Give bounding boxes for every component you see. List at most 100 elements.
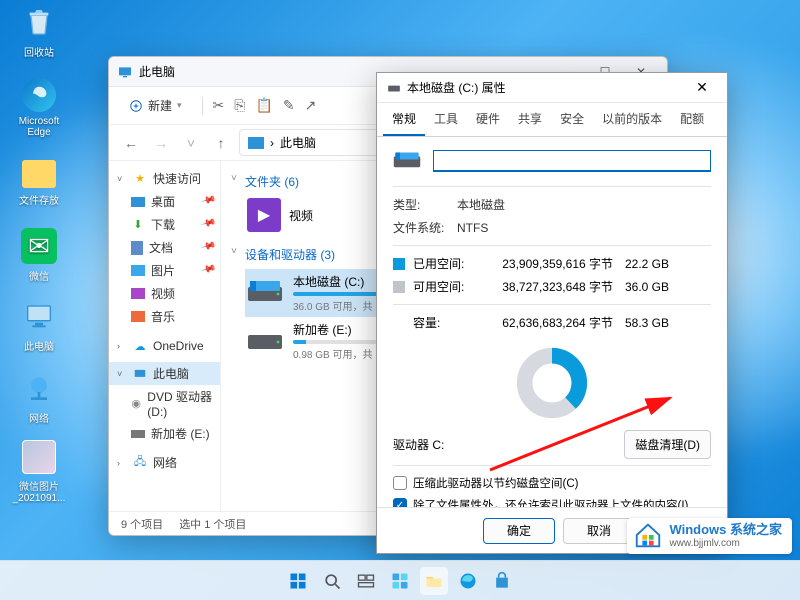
desktop-icon-label: 回收站 — [24, 48, 54, 59]
compress-label: 压缩此驱动器以节约磁盘空间(C) — [413, 475, 578, 491]
up-one-level-button[interactable]: ↑ — [209, 131, 233, 155]
watermark: Windows 系统之家 www.bjjmlv.com — [627, 518, 792, 554]
capacity-size: 58.3 GB — [613, 316, 669, 330]
folder-icon — [22, 160, 56, 188]
sidebar-item-desktop[interactable]: 桌面📌 — [109, 190, 220, 213]
rename-button[interactable]: ✎ — [283, 97, 295, 114]
capacity-bytes: 62,636,683,264 字节 — [473, 314, 613, 331]
desktop-icon-label: 此电脑 — [24, 342, 54, 353]
taskbar-explorer[interactable] — [420, 567, 448, 595]
network-icon — [21, 370, 57, 406]
disk-cleanup-button[interactable]: 磁盘清理(D) — [624, 430, 711, 459]
usage-donut — [393, 334, 711, 426]
tabs-row: 常规 工具 硬件 共享 安全 以前的版本 配额 — [377, 103, 727, 137]
this-pc-icon — [248, 137, 264, 149]
onedrive-group[interactable]: ›☁OneDrive — [109, 336, 220, 356]
tab-security[interactable]: 安全 — [551, 103, 593, 136]
tab-general[interactable]: 常规 — [383, 103, 425, 136]
sidebar-item-dvd[interactable]: ◉DVD 驱动器 (D:) — [109, 385, 220, 422]
desktop-icon-wechat[interactable]: ✉ 微信 — [10, 228, 68, 283]
type-label: 类型: — [393, 196, 457, 213]
desktop-icon-label: 微信图片_2021091... — [13, 482, 66, 504]
sidebar-item-downloads[interactable]: ⬇下载📌 — [109, 213, 220, 236]
desktop-icon-label: Microsoft Edge — [19, 116, 60, 138]
back-button[interactable]: ← — [119, 131, 143, 155]
close-button[interactable]: ✕ — [687, 73, 717, 103]
index-checkbox-row[interactable]: ✓ 除了文件属性外，还允许索引此驱动器上文件的内容(I) — [393, 494, 711, 507]
plus-circle-icon — [129, 99, 143, 113]
properties-dialog: 本地磁盘 (C:) 属性 ✕ 常规 工具 硬件 共享 安全 以前的版本 配额 类… — [376, 72, 728, 554]
compress-checkbox-row[interactable]: 压缩此驱动器以节约磁盘空间(C) — [393, 472, 711, 494]
checkbox-icon — [393, 476, 407, 490]
volume-label-input[interactable] — [433, 150, 711, 172]
cut-button[interactable]: ✂ — [213, 97, 225, 114]
type-value: 本地磁盘 — [457, 196, 505, 213]
used-size: 22.2 GB — [613, 257, 669, 271]
desktop-icon-network[interactable]: 网络 — [10, 370, 68, 425]
desktop-icon-label: 微信 — [29, 272, 49, 283]
sidebar-item-vol-e[interactable]: 新加卷 (E:) — [109, 422, 220, 445]
sidebar-item-this-pc[interactable]: ˅此电脑 — [109, 362, 220, 385]
sidebar-item-network[interactable]: ›🖧网络 — [109, 451, 220, 474]
copy-button[interactable]: ⎘ — [234, 97, 245, 114]
widgets-button[interactable] — [386, 567, 414, 595]
capacity-label: 容量: — [413, 314, 473, 331]
this-pc-icon — [21, 298, 57, 334]
drive-icon — [393, 151, 421, 171]
sidebar-item-pictures[interactable]: 图片📌 — [109, 259, 220, 282]
paste-button[interactable]: 📋 — [255, 97, 272, 114]
window-title: 此电脑 — [139, 63, 175, 80]
folder-videos[interactable]: ▶视频 — [245, 196, 365, 234]
this-pc-icon — [117, 64, 133, 80]
sidebar-item-music[interactable]: 音乐 — [109, 305, 220, 328]
sidebar-item-videos[interactable]: 视频 — [109, 282, 220, 305]
nav-pane: ˅★快速访问 桌面📌 ⬇下载📌 文档📌 图片📌 视频 音乐 ›☁OneDrive… — [109, 161, 221, 511]
edge-icon — [22, 78, 56, 112]
item-count: 9 个项目 — [121, 516, 163, 532]
dialog-body: 类型:本地磁盘 文件系统:NTFS 已用空间:23,909,359,616 字节… — [377, 137, 727, 507]
desktop-icon-folder[interactable]: 文件存放 — [10, 160, 68, 207]
house-icon — [633, 520, 663, 550]
wechat-icon: ✉ — [21, 228, 57, 264]
quick-access-group[interactable]: ˅★快速访问 — [109, 167, 220, 190]
taskbar-store[interactable] — [488, 567, 516, 595]
desktop-icon-this-pc[interactable]: 此电脑 — [10, 298, 68, 353]
free-bytes: 38,727,323,648 字节 — [473, 278, 613, 295]
desktop-icon-label: 网络 — [29, 414, 49, 425]
index-label: 除了文件属性外，还允许索引此驱动器上文件的内容(I) — [413, 497, 688, 507]
free-size: 36.0 GB — [613, 280, 669, 294]
new-button-label: 新建 — [148, 97, 172, 114]
used-label: 已用空间: — [413, 255, 473, 272]
tab-sharing[interactable]: 共享 — [509, 103, 551, 136]
drive-name-label: 驱动器 C: — [393, 436, 444, 453]
ok-button[interactable]: 确定 — [483, 518, 555, 544]
desktop-icon-edge[interactable]: Microsoft Edge — [10, 78, 68, 138]
share-button[interactable]: ↗ — [305, 97, 317, 114]
tab-previous[interactable]: 以前的版本 — [593, 103, 671, 136]
sidebar-item-documents[interactable]: 文档📌 — [109, 236, 220, 259]
filesystem-value: NTFS — [457, 221, 488, 235]
selection-count: 选中 1 个项目 — [179, 516, 246, 532]
tab-tools[interactable]: 工具 — [425, 103, 467, 136]
search-button[interactable] — [318, 567, 346, 595]
drive-icon — [247, 327, 283, 355]
task-view-button[interactable] — [352, 567, 380, 595]
filesystem-label: 文件系统: — [393, 219, 457, 236]
new-button[interactable]: 新建 ▾ — [119, 91, 192, 120]
taskbar-edge[interactable] — [454, 567, 482, 595]
free-label: 可用空间: — [413, 278, 473, 295]
tab-hardware[interactable]: 硬件 — [467, 103, 509, 136]
drive-icon — [247, 279, 283, 307]
free-swatch — [393, 281, 405, 293]
tab-quota[interactable]: 配额 — [671, 103, 713, 136]
cancel-button[interactable]: 取消 — [563, 518, 635, 544]
forward-button[interactable]: → — [149, 131, 173, 155]
address-text: 此电脑 — [280, 134, 316, 151]
start-button[interactable] — [284, 567, 312, 595]
watermark-url: www.bjjmlv.com — [669, 538, 782, 550]
checkbox-checked-icon: ✓ — [393, 498, 407, 507]
desktop-icon-image-file[interactable]: 微信图片_2021091... — [10, 440, 68, 504]
dialog-title: 本地磁盘 (C:) 属性 — [407, 79, 506, 96]
up-button[interactable]: ˅ — [179, 131, 203, 155]
desktop-icon-recycle-bin[interactable]: 回收站 — [10, 4, 68, 59]
